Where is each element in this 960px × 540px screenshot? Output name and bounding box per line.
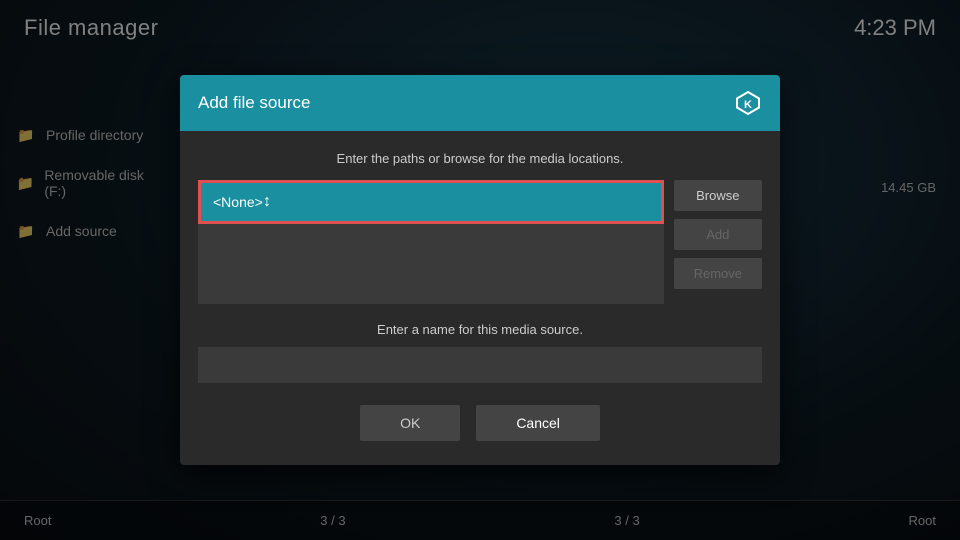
browse-button[interactable]: Browse (674, 180, 762, 211)
source-input-area: <None> ↕ (198, 180, 664, 304)
name-section: Enter a name for this media source. (198, 322, 762, 383)
source-input-empty (198, 224, 664, 304)
cancel-button[interactable]: Cancel (476, 405, 600, 441)
add-button[interactable]: Add (674, 219, 762, 250)
cursor-indicator: ↕ (263, 193, 271, 211)
source-path-selected[interactable]: <None> ↕ (198, 180, 664, 224)
remove-button[interactable]: Remove (674, 258, 762, 289)
source-row: <None> ↕ Browse Add Remove (198, 180, 762, 304)
dialog-footer: OK Cancel (198, 405, 762, 445)
ok-button[interactable]: OK (360, 405, 460, 441)
kodi-icon: K (734, 89, 762, 117)
source-path-value: <None> (213, 194, 263, 210)
add-file-source-dialog: Add file source K Enter the paths or bro… (180, 75, 780, 465)
svg-text:K: K (744, 99, 752, 111)
dialog-overlay: Add file source K Enter the paths or bro… (0, 0, 960, 540)
source-buttons: Browse Add Remove (674, 180, 762, 304)
name-instruction: Enter a name for this media source. (198, 322, 762, 337)
dialog-title: Add file source (198, 93, 310, 113)
dialog-header: Add file source K (180, 75, 780, 131)
name-input[interactable] (198, 347, 762, 383)
dialog-body: Enter the paths or browse for the media … (180, 131, 780, 465)
path-instruction: Enter the paths or browse for the media … (198, 151, 762, 166)
